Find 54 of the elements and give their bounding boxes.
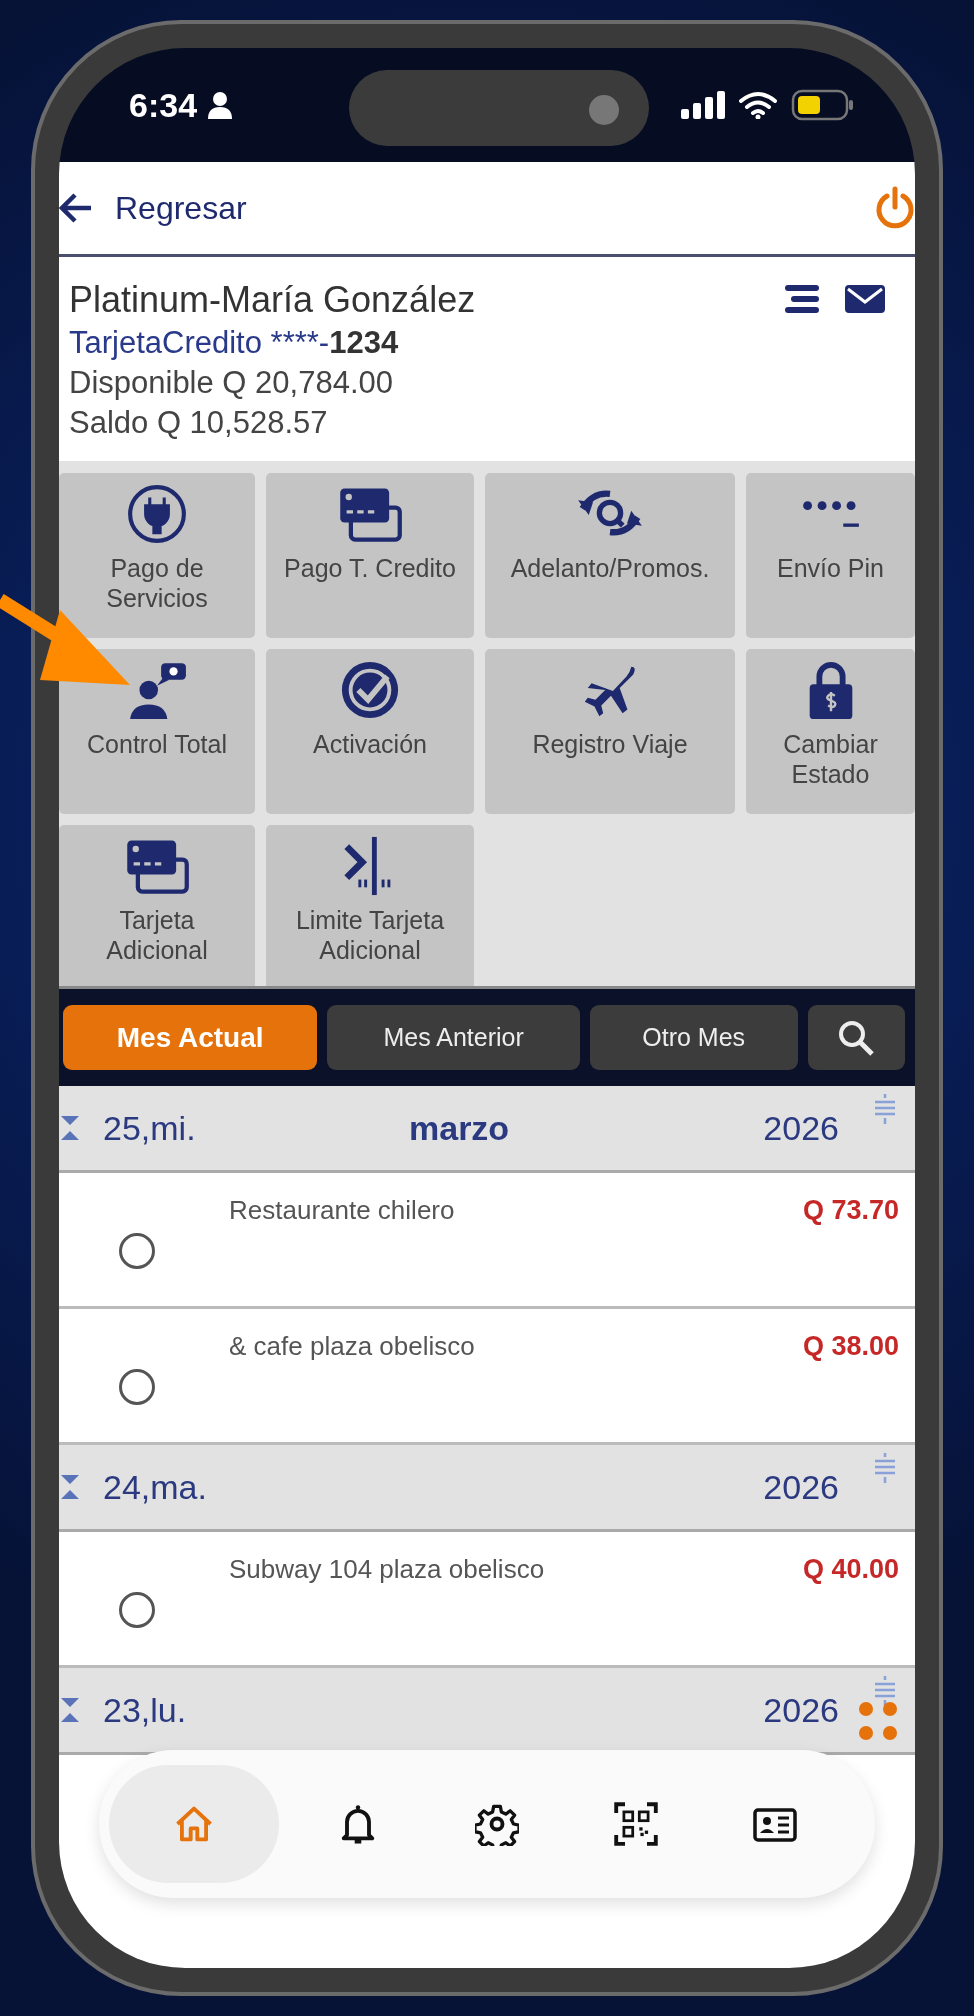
- year-label: 2026: [763, 1108, 839, 1148]
- action-tile[interactable]: Pago de Servicios: [59, 473, 255, 638]
- action-tile[interactable]: Cambiar Estado: [746, 649, 915, 814]
- transaction-description: Subway 104 plaza obelisco: [229, 1554, 545, 1585]
- action-tile[interactable]: Activación: [266, 649, 474, 814]
- qr-code-icon: [614, 1802, 658, 1846]
- lines-icon: [873, 1676, 897, 1706]
- back-button[interactable]: Regresar: [59, 189, 247, 227]
- dots-icon[interactable]: [857, 1700, 899, 1742]
- action-tile[interactable]: Control Total: [59, 649, 255, 814]
- transaction-description: Restaurante chilero: [229, 1195, 455, 1226]
- power-icon[interactable]: [875, 186, 915, 230]
- balance: Saldo Q 10,528.57: [69, 405, 329, 441]
- available-balance: Disponible Q 20,784.00: [69, 365, 394, 401]
- transaction-amount: Q 40.00: [802, 1554, 899, 1585]
- day-label: 23,lu.: [103, 1690, 188, 1730]
- action-tile[interactable]: Registro Viaje: [485, 649, 735, 814]
- battery-icon: [791, 89, 855, 121]
- month-label: marzo: [409, 1108, 510, 1148]
- collapse-icon[interactable]: [61, 1475, 79, 1499]
- signal-icon: [681, 91, 725, 119]
- period-tab[interactable]: Mes Actual: [63, 1005, 318, 1070]
- radio-button[interactable]: [119, 1369, 155, 1405]
- back-arrow-icon: [59, 193, 93, 223]
- account-holder: Platinum-María González: [69, 279, 476, 321]
- settings-icon: [475, 1802, 519, 1846]
- radio-button[interactable]: [119, 1592, 155, 1628]
- action-tile[interactable]: Limite Tarjeta Adicional: [266, 825, 474, 986]
- collapse-icon[interactable]: [61, 1116, 79, 1140]
- day-label: 25,mi.: [103, 1108, 197, 1148]
- day-label: 24,ma.: [103, 1467, 208, 1507]
- lines-icon: [873, 1453, 897, 1483]
- action-tile[interactable]: Adelanto/Promos.: [485, 473, 735, 638]
- card-number: TarjetaCredito ****-1234: [69, 325, 400, 361]
- search-icon: [837, 1018, 876, 1057]
- transaction-amount: Q 38.00: [802, 1331, 899, 1362]
- person-icon: [207, 91, 234, 119]
- asterisks-icon: [801, 499, 860, 529]
- collapse-icon[interactable]: [61, 1698, 79, 1722]
- status-time: 6:34: [129, 85, 198, 125]
- lines-icon: [873, 1094, 897, 1124]
- year-label: 2026: [763, 1467, 839, 1507]
- radio-button[interactable]: [119, 1233, 155, 1269]
- year-label: 2026: [763, 1690, 839, 1730]
- mail-icon[interactable]: [845, 283, 885, 315]
- action-tile[interactable]: Envío Pin: [746, 473, 915, 638]
- wifi-icon: [739, 91, 777, 119]
- period-tab[interactable]: Mes Anterior: [327, 1005, 580, 1070]
- action-tile[interactable]: Pago T. Credito: [266, 473, 474, 638]
- transaction-amount: Q 73.70: [802, 1195, 899, 1226]
- transaction-description: & cafe plaza obelisco: [229, 1331, 475, 1362]
- action-tile[interactable]: Tarjeta Adicional: [59, 825, 255, 986]
- period-tab[interactable]: Otro Mes: [589, 1005, 798, 1070]
- search-button[interactable]: [807, 1005, 905, 1070]
